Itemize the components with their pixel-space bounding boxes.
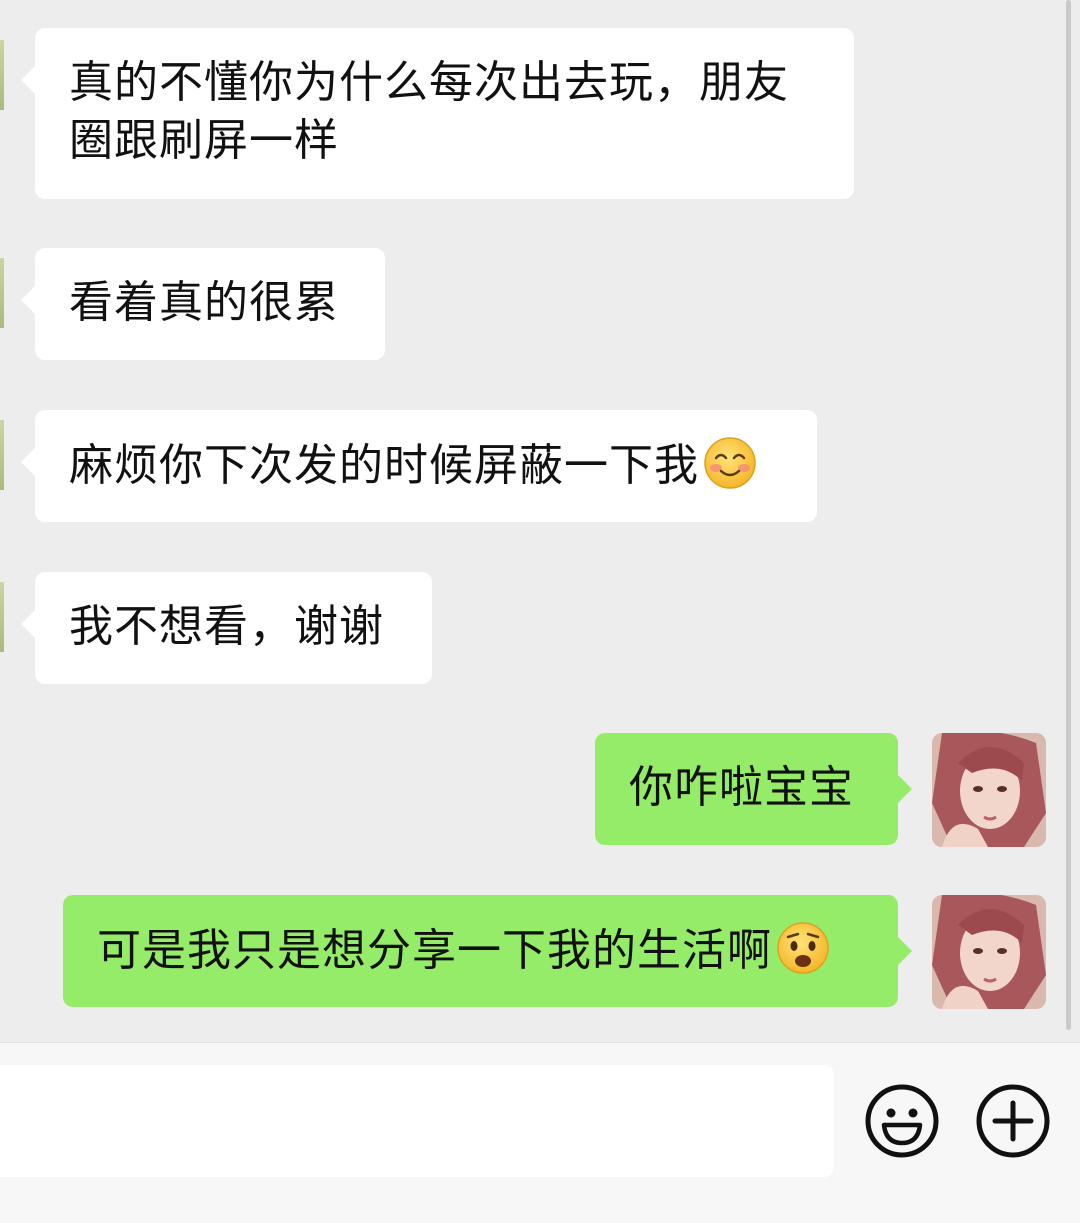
message-bubble-incoming[interactable]: 真的不懂你为什么每次出去玩，朋友圈跟刷屏一样: [21, 28, 854, 199]
other-avatar-edge[interactable]: [0, 258, 4, 328]
message-bubble-outgoing[interactable]: 可是我只是想分享一下我的生活啊: [63, 895, 912, 1007]
emoji-smiley-icon[interactable]: [864, 1083, 940, 1159]
message-text: 你咋啦宝宝: [629, 762, 854, 813]
message-text: 真的不懂你为什么每次出去玩，朋友圈跟刷屏一样: [69, 57, 789, 166]
message-bubble-outgoing[interactable]: 你咋啦宝宝: [595, 733, 912, 845]
message-input[interactable]: [0, 1065, 834, 1177]
other-avatar-edge[interactable]: [0, 582, 4, 652]
message-bubble-incoming[interactable]: 我不想看，谢谢: [21, 572, 432, 684]
message-text: 看着真的很累: [69, 277, 339, 328]
anguished-face-emoji: [777, 922, 829, 974]
input-bar: [0, 1042, 1080, 1223]
other-avatar-edge[interactable]: [0, 420, 4, 490]
portrait-avatar-image: [932, 895, 1046, 1009]
portrait-avatar-image: [932, 733, 1046, 847]
chat-area: 真的不懂你为什么每次出去玩，朋友圈跟刷屏一样 看着真的很累 麻烦你下次发的时候屏…: [0, 0, 1080, 1042]
message-text: 可是我只是想分享一下我的生活啊: [97, 925, 772, 976]
smiling-blush-emoji: [704, 437, 756, 489]
message-text: 麻烦你下次发的时候屏蔽一下我: [69, 440, 699, 491]
other-avatar-edge[interactable]: [0, 40, 4, 110]
my-avatar[interactable]: [932, 895, 1046, 1009]
plus-circle-icon[interactable]: [975, 1083, 1051, 1159]
message-text: 我不想看，谢谢: [69, 601, 384, 652]
scrollbar[interactable]: [1066, 0, 1071, 1030]
message-bubble-incoming[interactable]: 麻烦你下次发的时候屏蔽一下我: [21, 410, 817, 522]
message-bubble-incoming[interactable]: 看着真的很累: [21, 248, 385, 360]
my-avatar[interactable]: [932, 733, 1046, 847]
